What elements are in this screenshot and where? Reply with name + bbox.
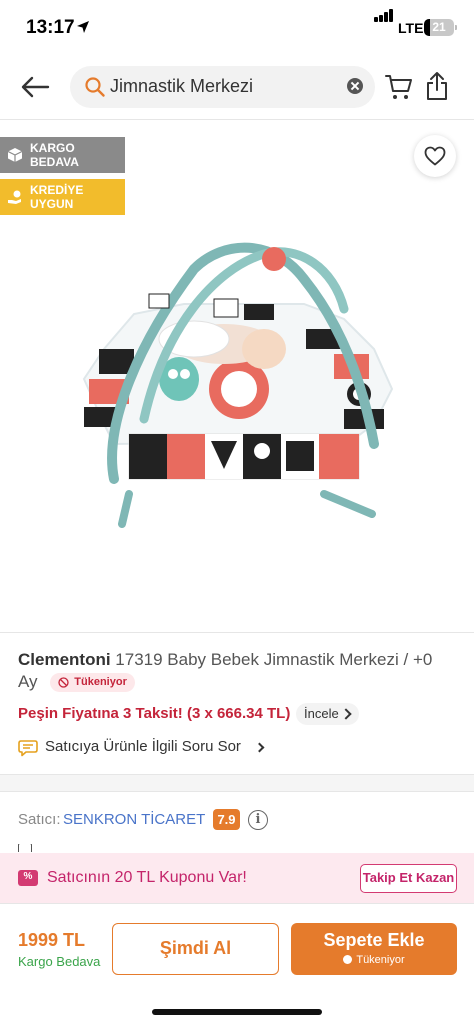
section-divider bbox=[0, 774, 474, 792]
credit-eligible-badge: KREDİYE UYGUN bbox=[0, 179, 125, 215]
battery-icon: 21 bbox=[424, 19, 454, 36]
credit-eligible-label: KREDİYE UYGUN bbox=[30, 183, 84, 211]
status-bar: 13:17 LTE 21 bbox=[0, 0, 474, 58]
stock-badge-label: Tükeniyor bbox=[74, 676, 127, 689]
battery-percent: 21 bbox=[432, 20, 446, 34]
favorite-button[interactable] bbox=[414, 135, 456, 177]
buy-now-button[interactable]: Şimdi Al bbox=[112, 923, 279, 975]
product-title: Clementoni 17319 Baby Bebek Jimnastik Me… bbox=[18, 649, 448, 693]
seller-label: Satıcı: bbox=[18, 811, 61, 828]
purchase-bar: 1999 TL Kargo Bedava Şimdi Al Sepete Ekl… bbox=[0, 903, 474, 1024]
search-input[interactable]: Jimnastik Merkezi bbox=[110, 76, 253, 97]
add-to-cart-stock: Tükeniyor bbox=[356, 954, 405, 966]
search-bar[interactable]: Jimnastik Merkezi bbox=[70, 66, 375, 108]
product-brand[interactable]: Clementoni bbox=[18, 650, 111, 669]
chevron-right-icon bbox=[254, 742, 265, 753]
chat-bubble-icon bbox=[18, 740, 38, 757]
search-icon bbox=[85, 77, 105, 97]
status-time: 13:17 bbox=[26, 17, 75, 38]
coupon-banner: Satıcının 20 TL Kuponu Var! Takip Et Kaz… bbox=[0, 853, 474, 903]
cart-icon[interactable] bbox=[384, 72, 414, 102]
product-image bbox=[82, 242, 394, 528]
coupon-text: Satıcının 20 TL Kuponu Var! bbox=[47, 869, 247, 886]
stock-badge: Tükeniyor bbox=[50, 673, 135, 693]
seller-score-badge: 7.9 bbox=[213, 809, 240, 830]
box-icon bbox=[7, 148, 23, 162]
free-shipping-label: KARGO BEDAVA bbox=[30, 141, 79, 169]
free-shipping-badge: KARGO BEDAVA bbox=[0, 137, 125, 173]
top-navigation: Jimnastik Merkezi bbox=[0, 58, 474, 120]
add-to-cart-button[interactable]: Sepete Ekle Tükeniyor bbox=[291, 923, 457, 975]
product-info: Clementoni 17319 Baby Bebek Jimnastik Me… bbox=[0, 632, 474, 774]
network-type: LTE bbox=[398, 20, 424, 36]
coupon-icon bbox=[18, 870, 38, 886]
product-gallery[interactable]: KARGO BEDAVA KREDİYE UYGUN bbox=[0, 121, 474, 631]
clear-icon[interactable] bbox=[347, 78, 363, 94]
follow-earn-button[interactable]: Takip Et Kazan bbox=[360, 864, 457, 893]
installment-text: Peşin Fiyatına 3 Taksit! (3 x 666.34 TL) bbox=[18, 705, 291, 722]
seller-name-link[interactable]: SENKRON TİCARET bbox=[63, 811, 205, 828]
location-arrow-icon bbox=[77, 21, 89, 33]
info-icon[interactable]: i bbox=[248, 810, 268, 830]
hand-coin-icon bbox=[8, 190, 21, 204]
price: 1999 TL bbox=[18, 930, 86, 950]
shipping-info: Kargo Bedava bbox=[18, 954, 101, 969]
ask-seller-label: Satıcıya Ürünle İlgili Soru Sor bbox=[45, 738, 241, 755]
home-indicator bbox=[152, 1009, 322, 1015]
share-icon[interactable] bbox=[424, 70, 450, 102]
back-arrow-icon[interactable] bbox=[18, 72, 52, 102]
clipped-row bbox=[18, 844, 318, 852]
heart-icon bbox=[424, 146, 446, 166]
clock-icon bbox=[58, 677, 69, 688]
add-to-cart-sublabel: Tükeniyor bbox=[291, 954, 457, 966]
installment-details-button[interactable]: İncele bbox=[296, 703, 359, 725]
seller-section: Satıcı: SENKRON TİCARET 7.9 i bbox=[0, 792, 474, 852]
clock-icon bbox=[343, 955, 353, 964]
add-to-cart-label: Sepete Ekle bbox=[323, 930, 425, 950]
